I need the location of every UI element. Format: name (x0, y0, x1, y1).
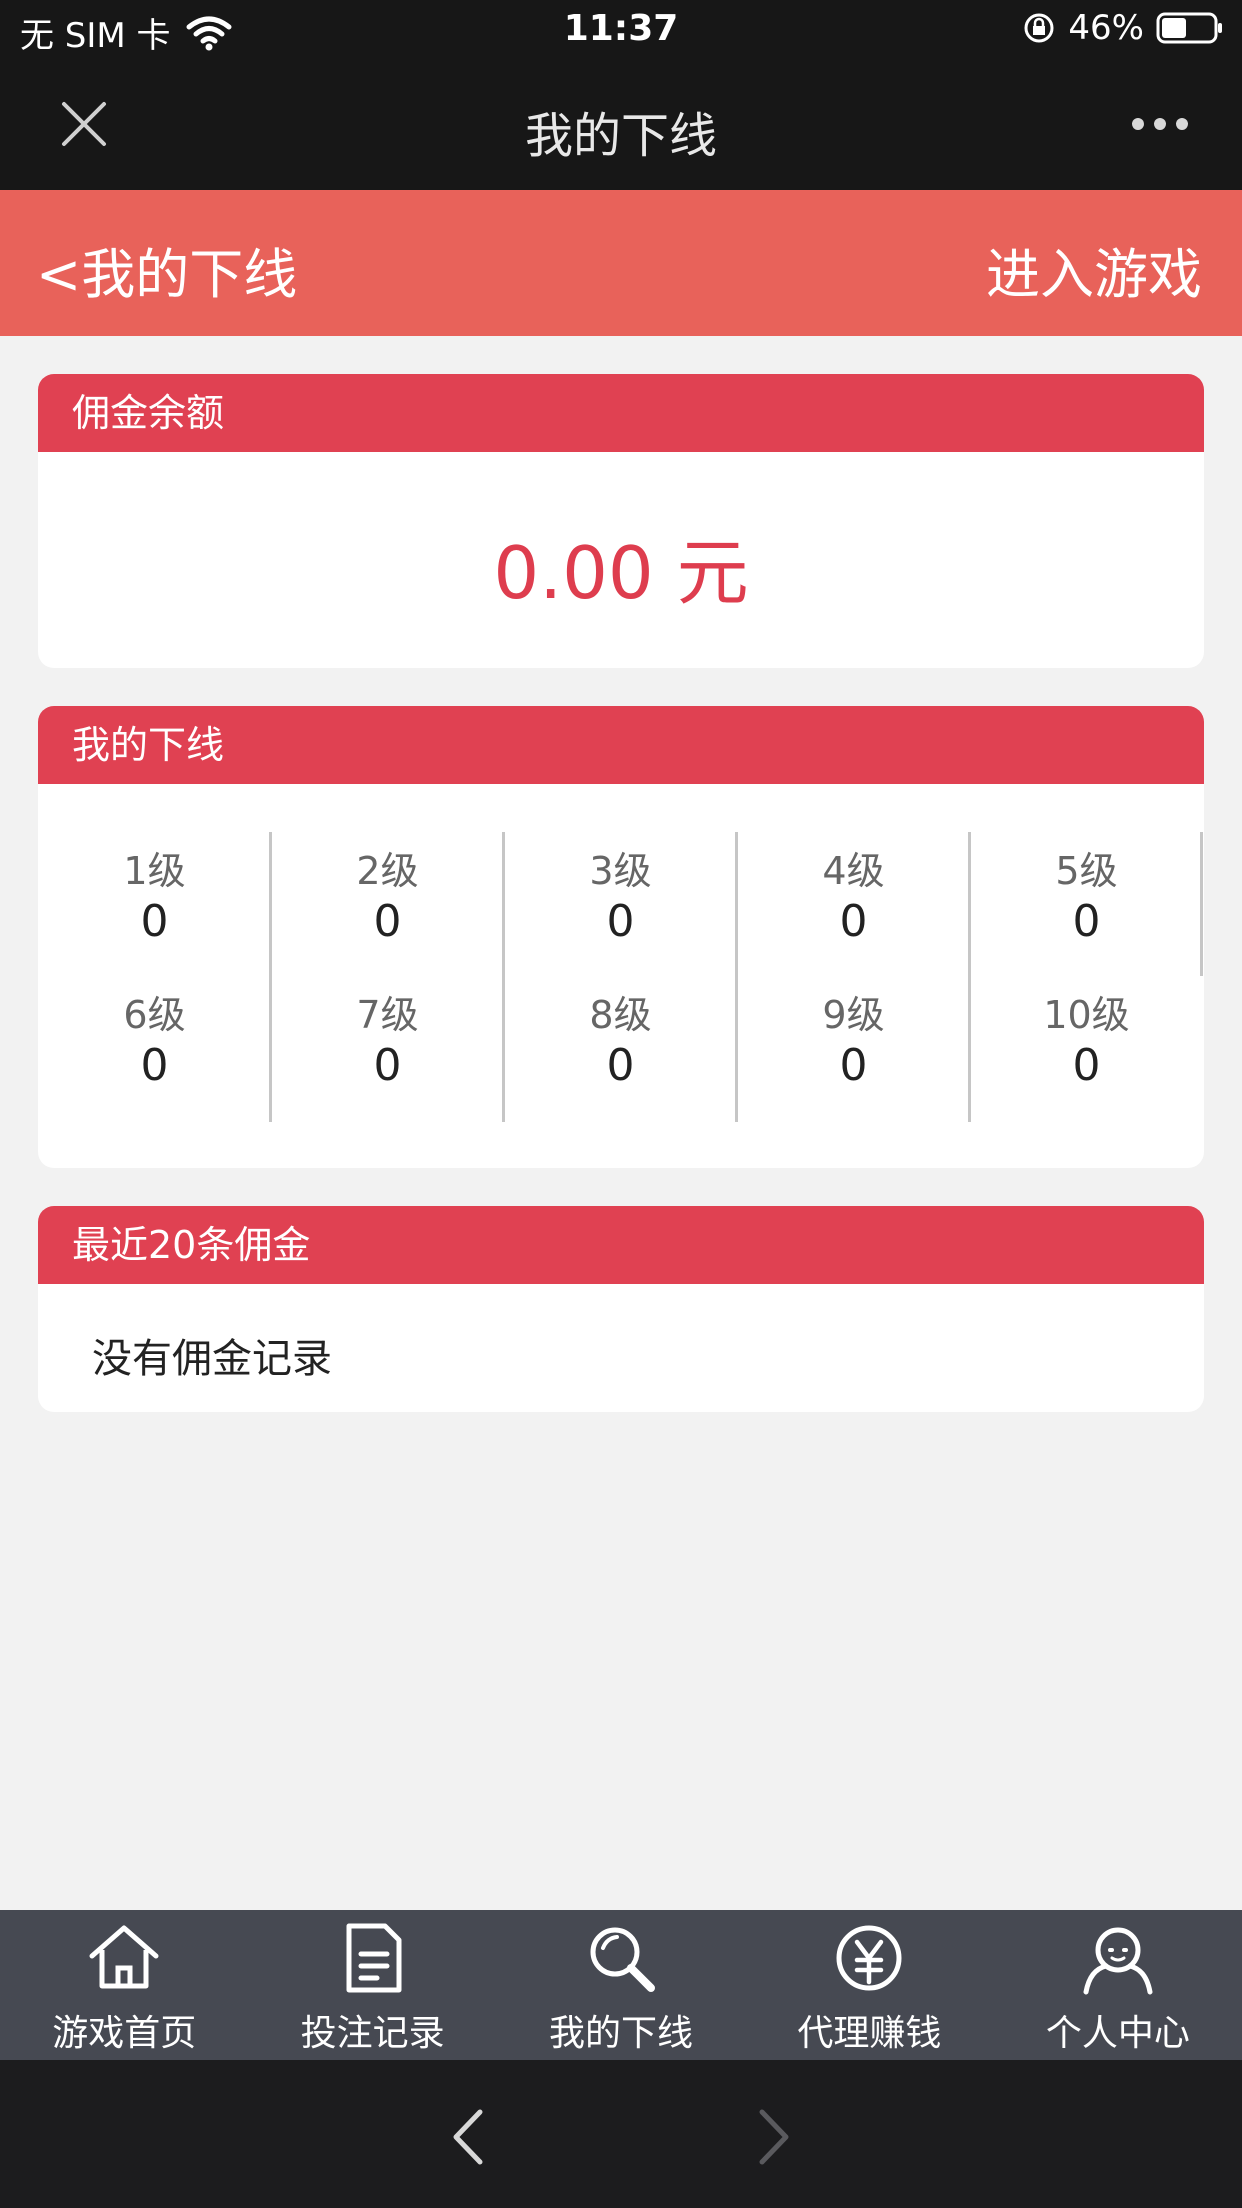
webview-title: 我的下线 (524, 108, 717, 164)
card-title: 最近20条佣金 (38, 1206, 1204, 1284)
level-count: 0 (606, 1040, 635, 1091)
level-count: 0 (1072, 1040, 1101, 1091)
empty-state-text: 没有佣金记录 (92, 1336, 332, 1382)
rotation-lock-icon (1024, 13, 1054, 43)
level-count: 0 (606, 896, 635, 947)
browser-toolbar (0, 2060, 1242, 2208)
level-label: 10级 (1043, 993, 1130, 1037)
tab-personal-center[interactable]: 个人中心 (994, 1910, 1242, 2060)
tab-bar: 游戏首页 投注记录 我的下线 代理赚钱 个人中心 (0, 1910, 1242, 2060)
tab-bet-records[interactable]: 投注记录 (248, 1910, 496, 2060)
level-column: 1级 0 6级 0 (38, 832, 271, 1122)
webview-nav-bar: 我的下线 (0, 62, 1242, 190)
level-count: 0 (839, 1040, 868, 1091)
level-column: 5级 0 10级 0 (970, 832, 1203, 1122)
chevron-right-icon[interactable] (754, 2108, 794, 2166)
level-label: 9级 (822, 993, 885, 1037)
downline-card: 我的下线 1级 0 6级 0 2级 0 7级 0 3级 0 8级 0 4级 0 (38, 706, 1204, 1168)
level-column: 3级 0 8级 0 (504, 832, 737, 1122)
home-icon (89, 1925, 159, 1989)
tab-label: 投注记录 (300, 2013, 445, 2054)
more-icon[interactable] (1132, 118, 1188, 130)
battery-percent: 46% (1068, 8, 1144, 48)
level-column: 2级 0 7级 0 (271, 832, 504, 1122)
level-count: 0 (140, 896, 169, 947)
enter-game-link[interactable]: 进入游戏 (986, 230, 1202, 309)
level-label: 7级 (356, 993, 419, 1037)
level-label: 1级 (123, 849, 186, 893)
downline-grid: 1级 0 6级 0 2级 0 7级 0 3级 0 8级 0 4级 0 9级 0 (38, 832, 1204, 1122)
tab-label: 我的下线 (549, 2013, 694, 2054)
search-icon (590, 1927, 656, 1992)
card-title: 我的下线 (38, 706, 1204, 784)
battery-icon (1156, 12, 1222, 44)
scrollbar[interactable] (1200, 832, 1203, 976)
level-count: 0 (373, 896, 402, 947)
level-label: 2级 (356, 849, 419, 893)
level-count: 0 (140, 1040, 169, 1091)
document-icon (346, 1923, 402, 1993)
app-header: <我的下线 进入游戏 (0, 190, 1242, 336)
yen-icon (836, 1925, 902, 1991)
tab-agent-earn[interactable]: 代理赚钱 (745, 1910, 993, 2060)
level-count: 0 (1072, 896, 1101, 947)
level-label: 6级 (123, 993, 186, 1037)
recent-commissions-card: 最近20条佣金 没有佣金记录 (38, 1206, 1204, 1412)
status-bar: 无 SIM 卡 11:37 46% (0, 0, 1242, 62)
user-icon (1083, 1927, 1153, 1995)
level-label: 8级 (589, 993, 652, 1037)
level-count: 0 (373, 1040, 402, 1091)
tab-label: 个人中心 (1045, 2013, 1190, 2054)
card-title: 佣金余额 (38, 374, 1204, 452)
tab-label: 游戏首页 (52, 2013, 197, 2054)
tab-label: 代理赚钱 (797, 2013, 942, 2054)
level-label: 5级 (1055, 849, 1118, 893)
commission-balance-card: 佣金余额 0.00 元 (38, 374, 1204, 668)
back-link[interactable]: <我的下线 (36, 230, 297, 309)
tab-game-home[interactable]: 游戏首页 (0, 1910, 248, 2060)
level-count: 0 (839, 896, 868, 947)
balance-amount: 0.00 元 (493, 531, 749, 615)
level-label: 4级 (822, 849, 885, 893)
level-column: 4级 0 9级 0 (737, 832, 970, 1122)
chevron-left-icon[interactable] (448, 2108, 488, 2166)
tab-my-downline[interactable]: 我的下线 (497, 1910, 745, 2060)
level-label: 3级 (589, 849, 652, 893)
status-right: 46% (1022, 8, 1224, 48)
